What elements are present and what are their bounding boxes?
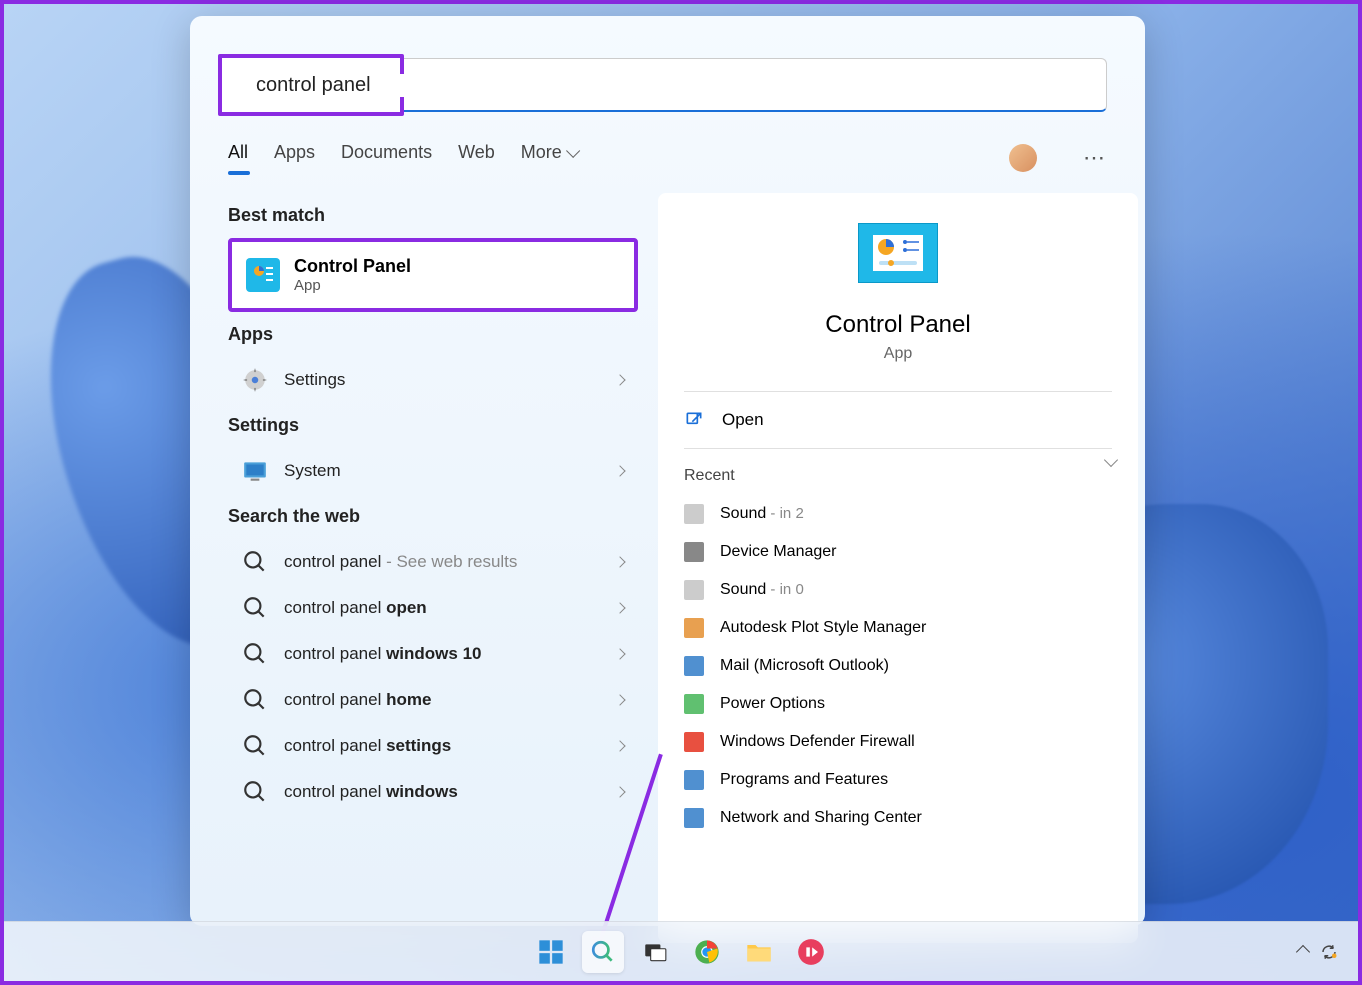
chevron-right-icon	[614, 786, 625, 797]
recent-item-icon	[684, 618, 704, 638]
preview-type: App	[658, 345, 1138, 363]
search-icon	[242, 549, 268, 575]
search-icon	[242, 595, 268, 621]
recent-item-0[interactable]: Sound - in 2	[658, 495, 1138, 533]
section-web: Search the web	[228, 506, 638, 527]
recent-item-7[interactable]: Programs and Features	[658, 761, 1138, 799]
action-open[interactable]: Open	[658, 392, 1138, 448]
preview-pane: Control Panel App Open Recent Sound - in…	[658, 193, 1138, 943]
chevron-right-icon	[614, 648, 625, 659]
web-result-0[interactable]: control panel - See web results	[228, 539, 638, 585]
tray-overflow-button[interactable]	[1296, 944, 1310, 958]
chevron-right-icon	[614, 694, 625, 705]
result-system[interactable]: System	[228, 448, 638, 494]
section-apps: Apps	[228, 324, 638, 345]
preview-title: Control Panel	[658, 311, 1138, 339]
best-match-item[interactable]: Control Panel App	[232, 242, 634, 308]
web-result-4[interactable]: control panel settings	[228, 723, 638, 769]
annotation-highlight-result: Control Panel App	[228, 238, 638, 312]
taskbar	[4, 921, 1358, 981]
search-taskbar-button[interactable]	[582, 931, 624, 973]
file-explorer-button[interactable]	[738, 931, 780, 973]
section-best-match: Best match	[228, 205, 638, 226]
chevron-down-icon	[566, 143, 580, 157]
web-result-5[interactable]: control panel windows	[228, 769, 638, 815]
system-icon	[242, 458, 268, 484]
recent-section-title: Recent	[658, 449, 1138, 495]
chevron-right-icon	[614, 740, 625, 751]
start-button[interactable]	[530, 931, 572, 973]
search-icon	[242, 779, 268, 805]
tab-apps[interactable]: Apps	[274, 142, 315, 173]
chevron-right-icon	[614, 556, 625, 567]
recent-item-icon	[684, 504, 704, 524]
search-icon	[242, 687, 268, 713]
recent-item-8[interactable]: Network and Sharing Center	[658, 799, 1138, 837]
section-settings: Settings	[228, 415, 638, 436]
search-box-extension[interactable]	[404, 58, 1107, 112]
chevron-right-icon	[614, 465, 625, 476]
tab-web[interactable]: Web	[458, 142, 495, 173]
preview-app-icon	[858, 223, 938, 283]
best-match-title: Control Panel	[294, 256, 411, 277]
search-tabs: All Apps Documents Web More ⋯	[190, 116, 1145, 173]
sync-icon[interactable]	[1320, 943, 1338, 961]
recent-item-icon	[684, 580, 704, 600]
start-search-panel: All Apps Documents Web More ⋯ Best match…	[190, 16, 1145, 926]
recent-item-icon	[684, 656, 704, 676]
recent-item-icon	[684, 694, 704, 714]
search-icon	[242, 733, 268, 759]
chevron-right-icon	[614, 602, 625, 613]
recent-item-2[interactable]: Sound - in 0	[658, 571, 1138, 609]
recent-item-icon	[684, 808, 704, 828]
chrome-button[interactable]	[686, 931, 728, 973]
more-options-button[interactable]: ⋯	[1083, 145, 1107, 171]
best-match-type: App	[294, 277, 411, 294]
web-result-2[interactable]: control panel windows 10	[228, 631, 638, 677]
recent-item-3[interactable]: Autodesk Plot Style Manager	[658, 609, 1138, 647]
recent-item-1[interactable]: Device Manager	[658, 533, 1138, 571]
app-button[interactable]	[790, 931, 832, 973]
search-icon	[242, 641, 268, 667]
tab-documents[interactable]: Documents	[341, 142, 432, 173]
search-box[interactable]	[222, 58, 400, 112]
tab-all[interactable]: All	[228, 142, 248, 173]
result-settings[interactable]: Settings	[228, 357, 638, 403]
control-panel-icon	[246, 258, 280, 292]
task-view-button[interactable]	[634, 931, 676, 973]
recent-item-5[interactable]: Power Options	[658, 685, 1138, 723]
recent-item-6[interactable]: Windows Defender Firewall	[658, 723, 1138, 761]
user-avatar[interactable]	[1009, 144, 1037, 172]
annotation-highlight-search	[218, 54, 404, 116]
web-result-3[interactable]: control panel home	[228, 677, 638, 723]
recent-item-icon	[684, 732, 704, 752]
settings-icon	[242, 367, 268, 393]
recent-item-icon	[684, 542, 704, 562]
recent-item-icon	[684, 770, 704, 790]
recent-item-4[interactable]: Mail (Microsoft Outlook)	[658, 647, 1138, 685]
open-icon	[684, 410, 704, 430]
tab-more[interactable]: More	[521, 142, 576, 173]
web-result-1[interactable]: control panel open	[228, 585, 638, 631]
chevron-right-icon	[614, 374, 625, 385]
